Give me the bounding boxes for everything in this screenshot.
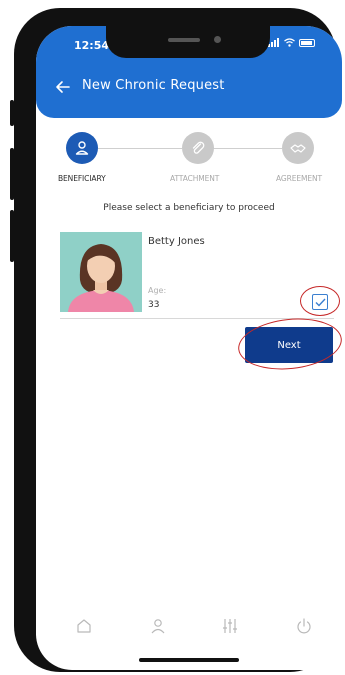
progress-stepper: BENEFICIARY ATTACHMENT AGREEMENT [36,132,342,192]
step-label-beneficiary: BENEFICIARY [58,174,106,183]
step-agreement[interactable] [282,132,314,164]
nav-profile[interactable] [146,614,170,638]
paperclip-icon [192,141,205,154]
step-label-agreement: AGREEMENT [276,174,323,183]
handshake-icon [290,144,306,153]
wifi-icon [284,38,295,47]
step-attachment[interactable] [182,132,214,164]
app-header: 12:54 New Chronic Request [36,26,342,118]
nav-settings[interactable] [218,614,242,638]
checkbox-highlight-annotation [300,286,340,316]
step-connector [212,148,282,149]
settings-sliders-icon [223,619,237,633]
age-value: 33 [148,300,160,310]
status-icons [268,38,315,47]
step-connector [98,148,182,149]
instruction-text: Please select a beneficiary to proceed [103,203,275,213]
home-indicator[interactable] [139,658,239,662]
volume-up-button [10,148,14,200]
speaker-grille [168,38,200,42]
profile-icon [151,619,165,634]
next-highlight-annotation [235,313,342,375]
home-icon [77,619,91,633]
status-time: 12:54 [74,39,110,52]
phone-frame: 12:54 New Chronic Request BENEFICIARY AT… [10,8,342,672]
power-icon [297,618,311,634]
beneficiary-card[interactable]: Betty Jones Age: 33 [60,232,340,316]
front-camera [214,36,221,43]
back-arrow-icon[interactable] [54,78,72,96]
battery-icon [299,38,315,47]
volume-down-button [10,210,14,262]
avatar [60,232,142,312]
camera-notch [106,26,270,58]
app-screen: 12:54 New Chronic Request BENEFICIARY AT… [36,26,342,670]
step-beneficiary[interactable] [66,132,98,164]
person-icon [75,141,89,155]
nav-home[interactable] [72,614,96,638]
mute-switch [10,100,14,126]
page-title: New Chronic Request [82,78,225,93]
bottom-navigation [36,614,342,644]
beneficiary-name: Betty Jones [148,236,205,247]
nav-logout[interactable] [292,614,316,638]
age-label: Age: [148,286,167,295]
step-label-attachment: ATTACHMENT [170,174,220,183]
